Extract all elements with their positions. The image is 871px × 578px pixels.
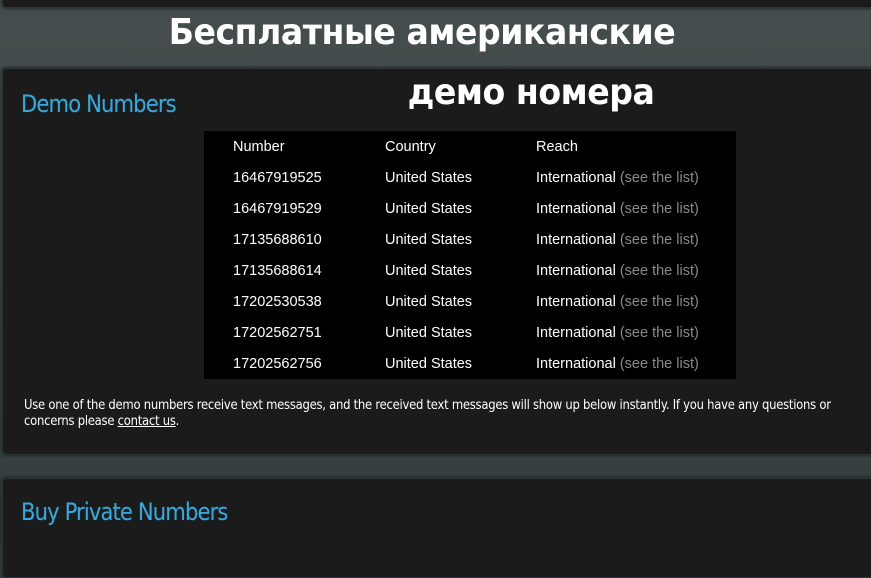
table-row: 16467919529 United States International … bbox=[204, 193, 736, 224]
phone-number[interactable]: 17202562751 bbox=[204, 317, 385, 348]
reach-label: International bbox=[536, 200, 616, 217]
column-header-reach: Reach bbox=[536, 138, 578, 155]
reach-label: International bbox=[536, 231, 616, 248]
phone-number[interactable]: 17202562756 bbox=[204, 348, 385, 379]
demo-numbers-table: Number Country Reach 16467919525 United … bbox=[204, 131, 736, 379]
phone-number[interactable]: 17135688610 bbox=[204, 224, 385, 255]
table-row: 17202562756 United States International … bbox=[204, 348, 736, 379]
phone-number[interactable]: 17202530538 bbox=[204, 286, 385, 317]
overlay-caption-line-1: Бесплатные американские bbox=[168, 12, 676, 53]
reach: International (see the list) bbox=[536, 317, 736, 348]
country: United States bbox=[385, 169, 473, 186]
reach-label: International bbox=[536, 293, 616, 310]
see-the-list-link[interactable]: (see the list) bbox=[620, 170, 699, 186]
reach-label: International bbox=[536, 169, 616, 186]
instructions-text: Use one of the demo numbers receive text… bbox=[24, 397, 831, 429]
table-row: 16467919525 United States International … bbox=[204, 162, 736, 193]
column-header-country: Country bbox=[385, 138, 436, 155]
table-row: 17202562751 United States International … bbox=[204, 317, 736, 348]
instructions-suffix: . bbox=[175, 413, 180, 429]
country: United States bbox=[385, 355, 473, 372]
see-the-list-link[interactable]: (see the list) bbox=[620, 294, 699, 310]
section-title-demo-numbers: Demo Numbers bbox=[21, 90, 177, 118]
buy-private-numbers-panel: Buy Private Numbers bbox=[2, 478, 871, 578]
reach: International (see the list) bbox=[536, 286, 736, 317]
see-the-list-link[interactable]: (see the list) bbox=[620, 263, 699, 279]
table-row: 17135688610 United States International … bbox=[204, 224, 736, 255]
reach: International (see the list) bbox=[536, 162, 736, 193]
phone-number[interactable]: 16467919525 bbox=[204, 162, 385, 193]
reach: International (see the list) bbox=[536, 224, 736, 255]
table-row: 17202530538 United States International … bbox=[204, 286, 736, 317]
contact-us-link[interactable]: contact us bbox=[118, 413, 176, 429]
see-the-list-link[interactable]: (see the list) bbox=[620, 325, 699, 341]
country: United States bbox=[385, 324, 473, 341]
instructions-prefix: concerns please bbox=[24, 413, 118, 429]
reach: International (see the list) bbox=[536, 255, 736, 286]
country: United States bbox=[385, 262, 473, 279]
table-header-row: Number Country Reach bbox=[204, 131, 736, 162]
reach: International (see the list) bbox=[536, 193, 736, 224]
see-the-list-link[interactable]: (see the list) bbox=[620, 201, 699, 217]
see-the-list-link[interactable]: (see the list) bbox=[620, 356, 699, 372]
country: United States bbox=[385, 200, 473, 217]
country: United States bbox=[385, 293, 473, 310]
reach: International (see the list) bbox=[536, 348, 736, 379]
country: United States bbox=[385, 231, 473, 248]
phone-number[interactable]: 17135688614 bbox=[204, 255, 385, 286]
phone-number[interactable]: 16467919529 bbox=[204, 193, 385, 224]
section-title-buy-private-numbers: Buy Private Numbers bbox=[21, 498, 228, 526]
reach-label: International bbox=[536, 324, 616, 341]
instructions-line-2: concerns please contact us. bbox=[24, 413, 764, 429]
instructions-line-1: Use one of the demo numbers receive text… bbox=[24, 397, 831, 413]
reach-label: International bbox=[536, 262, 616, 279]
overlay-caption-line-2: демо номера bbox=[407, 72, 655, 113]
table-row: 17135688614 United States International … bbox=[204, 255, 736, 286]
column-header-number: Number bbox=[233, 138, 285, 155]
see-the-list-link[interactable]: (see the list) bbox=[620, 232, 699, 248]
top-panel bbox=[2, 0, 871, 8]
reach-label: International bbox=[536, 355, 616, 372]
